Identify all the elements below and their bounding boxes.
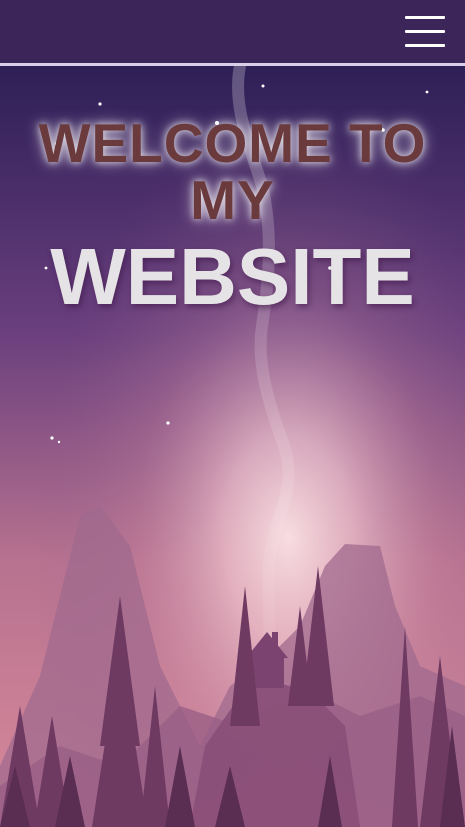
- page: WELCOME TO MY WEBSITE: [0, 0, 465, 827]
- headline-line-1: WELCOME TO: [38, 112, 427, 174]
- hero-headline: WELCOME TO MY WEBSITE: [0, 113, 465, 322]
- headline-line-2: MY: [190, 169, 275, 231]
- navbar: [0, 0, 465, 66]
- hamburger-menu-icon[interactable]: [405, 16, 445, 48]
- headline-website: WEBSITE: [50, 232, 415, 321]
